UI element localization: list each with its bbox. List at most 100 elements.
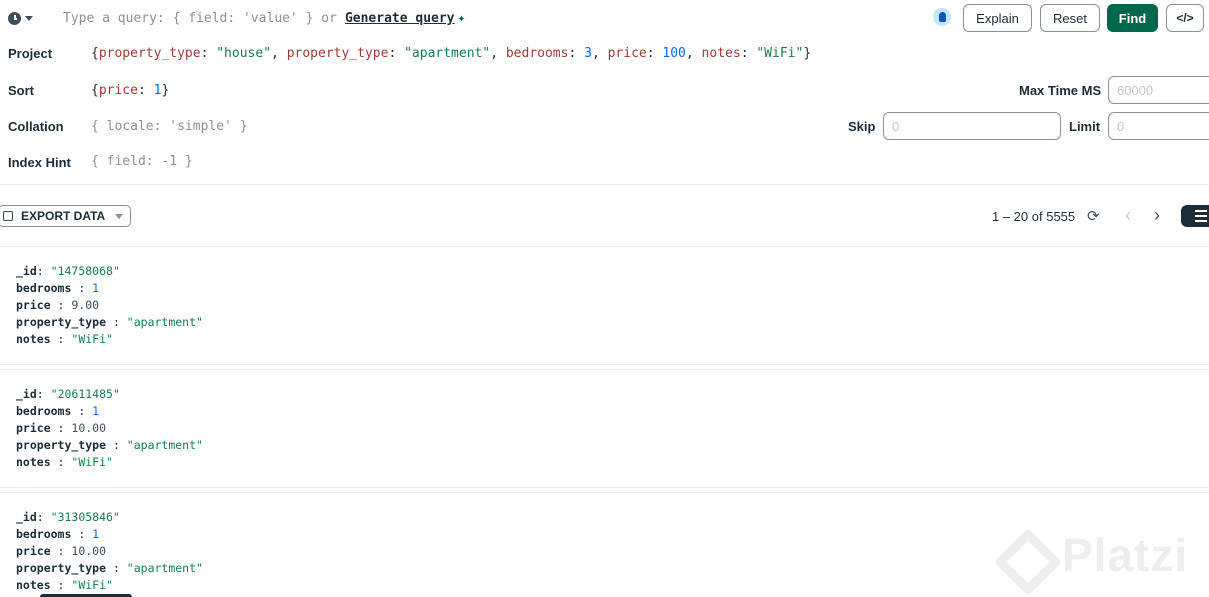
field-key: bedrooms (16, 404, 72, 418)
field-separator: : (50, 298, 72, 312)
document-field-notes[interactable]: notes : "WiFi" (16, 454, 113, 471)
max-time-ms-input[interactable] (1108, 76, 1209, 104)
index-hint-input[interactable]: { field: -1 } (91, 154, 193, 169)
document-field-property-type[interactable]: property_type : "apartment" (16, 314, 203, 331)
index-hint-label: Index Hint (8, 155, 71, 170)
document-field-bedrooms[interactable]: bedrooms : 1 (16, 526, 99, 543)
limit-input[interactable] (1108, 112, 1209, 140)
chevron-right-icon[interactable]: › (1154, 205, 1160, 226)
sort-input[interactable]: {price: 1} (91, 83, 169, 98)
document-field-price[interactable]: price : 10.00 (16, 543, 106, 560)
export-data-button[interactable]: EXPORT DATA (0, 205, 131, 227)
reset-button[interactable]: Reset (1040, 4, 1100, 32)
code-token: notes (701, 46, 741, 61)
code-token: price (607, 46, 647, 61)
field-key: notes (16, 332, 51, 346)
query-history-button[interactable] (8, 11, 33, 25)
document-field-bedrooms[interactable]: bedrooms : 1 (16, 403, 99, 420)
field-key: _id (16, 264, 37, 278)
field-value: "apartment" (126, 561, 203, 575)
field-separator: : (36, 264, 51, 278)
list-view-icon[interactable] (1181, 205, 1209, 227)
field-value: "WiFi" (71, 332, 113, 346)
code-token: , (685, 46, 702, 61)
field-key: price (16, 544, 51, 558)
watermark-text: Platzi (1062, 529, 1189, 581)
sort-label: Sort (8, 83, 34, 98)
skip-input[interactable] (883, 112, 1061, 140)
field-separator: : (36, 387, 51, 401)
export-data-label: EXPORT DATA (21, 209, 106, 223)
code-token: , (490, 46, 506, 61)
field-value: "14758068" (50, 264, 120, 278)
clock-icon (8, 11, 21, 25)
document-field--id[interactable]: _id: "20611485" (16, 386, 120, 403)
generate-query-link[interactable]: Generate query (345, 11, 455, 26)
limit-label: Limit (1069, 119, 1101, 134)
toolbar-divider (0, 246, 1209, 247)
code-token: : (137, 83, 154, 98)
project-input[interactable]: {property_type: "house", property_type: … (91, 46, 811, 61)
field-key: property_type (16, 315, 107, 329)
code-token: price (98, 83, 138, 98)
refresh-icon[interactable]: ⟳ (1087, 207, 1100, 225)
platzi-logo-icon (996, 530, 1046, 580)
document-field-property-type[interactable]: property_type : "apartment" (16, 560, 203, 577)
code-token: { (91, 83, 99, 98)
field-value: "WiFi" (71, 578, 113, 592)
code-token: "house" (216, 46, 272, 61)
field-separator: : (50, 544, 72, 558)
find-button[interactable]: Find (1107, 4, 1158, 32)
chevron-left-icon[interactable]: ‹ (1125, 205, 1131, 226)
options-divider (0, 184, 1209, 185)
chevron-down-icon (115, 213, 124, 219)
lightbulb-icon[interactable] (933, 8, 951, 26)
code-token: : (740, 46, 757, 61)
code-token: : (646, 46, 663, 61)
code-token: } (161, 83, 170, 98)
max-time-ms-label: Max Time MS (1019, 83, 1102, 98)
field-key: bedrooms (16, 527, 72, 541)
document-field-property-type[interactable]: property_type : "apartment" (16, 437, 203, 454)
code-token: 100 (662, 46, 686, 61)
field-separator: : (71, 404, 93, 418)
field-key: price (16, 421, 51, 435)
code-token: : (200, 46, 217, 61)
document-field-bedrooms[interactable]: bedrooms : 1 (16, 280, 99, 297)
export-icon (3, 211, 13, 221)
field-key: notes (16, 578, 51, 592)
document-field--id[interactable]: _id: "31305846" (16, 509, 120, 526)
code-token: 3 (584, 46, 592, 61)
document-divider (0, 487, 1209, 488)
field-key: bedrooms (16, 281, 72, 295)
document-field-notes[interactable]: notes : "WiFi" (16, 331, 113, 348)
filter-input[interactable]: Type a query: { field: 'value' } or Gene… (63, 9, 465, 27)
skip-label: Skip (848, 119, 876, 134)
field-value: "WiFi" (71, 455, 113, 469)
document-field-price[interactable]: price : 10.00 (16, 420, 106, 437)
code-token: , (591, 46, 608, 61)
field-value: 1 (92, 281, 100, 295)
field-separator: : (106, 438, 127, 452)
code-token: , (271, 46, 287, 61)
explain-button[interactable]: Explain (963, 4, 1032, 32)
field-separator: : (36, 510, 51, 524)
document-divider (0, 492, 1209, 493)
field-separator: : (50, 578, 72, 592)
chevron-down-icon (25, 15, 33, 21)
field-separator: : (50, 421, 72, 435)
field-key: price (16, 298, 51, 312)
code-token: } (803, 46, 812, 61)
collation-input[interactable]: { locale: 'simple' } (91, 119, 248, 134)
export-to-language-button[interactable]: </> (1166, 4, 1204, 32)
field-key: property_type (16, 438, 107, 452)
platzi-watermark: Platzi (996, 528, 1188, 582)
document-divider (0, 364, 1209, 365)
document-field--id[interactable]: _id: "14758068" (16, 263, 120, 280)
field-separator: : (71, 527, 93, 541)
document-field-price[interactable]: price : 9.00 (16, 297, 99, 314)
document-field-notes[interactable]: notes : "WiFi" (16, 577, 113, 594)
collation-label: Collation (8, 119, 64, 134)
field-value: 9.00 (71, 298, 100, 312)
field-separator: : (106, 315, 127, 329)
